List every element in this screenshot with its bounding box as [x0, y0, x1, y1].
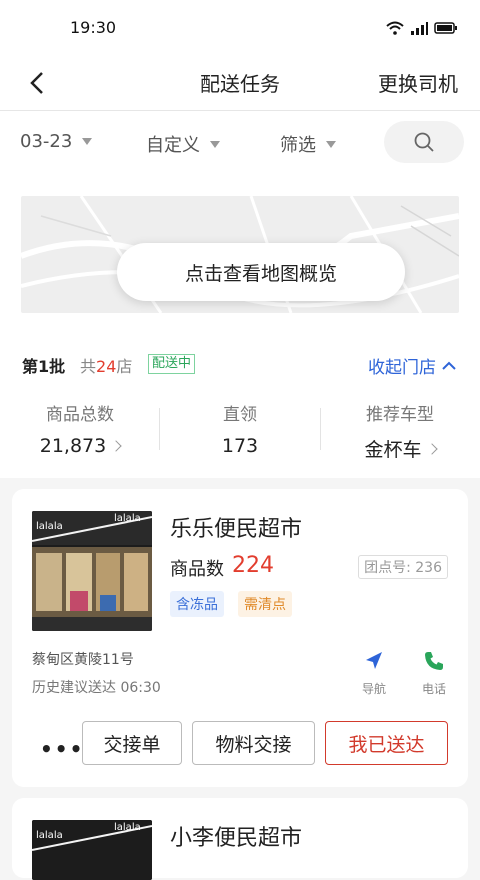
tag-frozen: 含冻品	[170, 591, 224, 617]
stat-direct: 173	[180, 435, 300, 457]
stat-label-direct: 直领	[223, 405, 257, 425]
store-card[interactable]: lalala lalala 乐乐便民超市 商品数 224 团点号: 236 含冻…	[12, 489, 468, 787]
batch-label: 第1批	[22, 357, 66, 376]
stat-label-total-goods: 商品总数	[46, 405, 114, 425]
store-sign-left: lalala	[36, 521, 63, 532]
filter-dropdown[interactable]: 筛选	[280, 131, 336, 157]
map-preview[interactable]: 点击查看地图概览	[21, 196, 459, 313]
store-card[interactable]: lalala lalala 小李便民超市	[12, 798, 468, 880]
goods-count: 224	[232, 553, 274, 578]
chevron-left-icon	[30, 72, 43, 94]
call-button[interactable]: 电话	[412, 649, 456, 697]
batch-summary: 第1批 共24店 配送中 收起门店 商品总数 21,873 直领 173 推荐车…	[0, 335, 480, 478]
signal-icon	[411, 22, 428, 35]
divider	[320, 408, 321, 450]
group-point-number: 团点号: 236	[358, 555, 448, 579]
store-name: 小李便民超市	[170, 826, 303, 851]
date-filter[interactable]: 03-23	[20, 131, 93, 152]
chevron-up-icon	[442, 361, 456, 370]
navigation-arrow-icon	[366, 652, 382, 669]
battery-icon	[434, 22, 457, 34]
more-options-button[interactable]: •••	[40, 737, 84, 761]
search-button[interactable]	[384, 121, 464, 163]
chevron-right-icon	[110, 440, 122, 452]
navigate-button[interactable]: 导航	[352, 649, 396, 697]
search-icon	[414, 132, 434, 152]
custom-filter-label: 自定义	[146, 135, 200, 156]
stat-value-total-goods: 21,873	[39, 435, 107, 457]
stat-vehicle[interactable]: 金杯车	[340, 435, 460, 462]
status-time: 19:30	[70, 18, 117, 37]
status-bar: 19:30	[0, 0, 480, 56]
custom-filter[interactable]: 自定义	[146, 131, 220, 157]
store-sign-right: lalala	[114, 822, 141, 833]
collapse-label: 收起门店	[368, 358, 436, 378]
date-filter-label: 03-23	[20, 131, 73, 152]
change-driver-button[interactable]: 更换司机	[378, 68, 458, 97]
store-address: 蔡甸区黄陵11号	[32, 652, 134, 668]
store-photo: lalala lalala	[32, 511, 152, 631]
material-handover-button[interactable]: 物料交接	[192, 721, 315, 765]
status-badge: 配送中	[148, 354, 196, 374]
collapse-stores-button[interactable]: 收起门店	[368, 353, 456, 378]
stat-label-vehicle: 推荐车型	[366, 405, 434, 425]
back-button[interactable]	[24, 68, 54, 98]
count-prefix: 共	[80, 357, 97, 376]
status-icons	[386, 18, 458, 38]
wifi-icon	[386, 21, 404, 35]
suggested-arrival: 历史建议送达 06:30	[32, 680, 161, 696]
caret-down-icon	[326, 140, 336, 148]
stat-value-direct: 173	[221, 435, 259, 457]
count-suffix: 店	[116, 357, 133, 376]
tag-needs-count: 需清点	[238, 591, 292, 617]
caret-down-icon	[82, 138, 93, 145]
map-overview-button[interactable]: 点击查看地图概览	[117, 243, 405, 301]
handover-sheet-button[interactable]: 交接单	[82, 721, 182, 765]
map-section: 点击查看地图概览	[0, 179, 480, 335]
stat-value-vehicle: 金杯车	[364, 439, 422, 461]
divider	[159, 408, 160, 450]
store-photo: lalala lalala	[32, 820, 152, 880]
call-label: 电话	[421, 682, 446, 696]
batch-store-count: 共24店	[80, 353, 132, 377]
filter-bar: 03-23 自定义 筛选	[0, 111, 480, 179]
count-number: 24	[96, 357, 117, 376]
delivered-button[interactable]: 我已送达	[325, 721, 448, 765]
goods-count-label: 商品数	[170, 559, 224, 580]
nav-bar: 配送任务 更换司机	[0, 56, 480, 111]
stat-total-goods[interactable]: 21,873	[20, 435, 140, 457]
store-name: 乐乐便民超市	[170, 517, 303, 542]
store-sign-right: lalala	[114, 513, 141, 524]
filter-dropdown-label: 筛选	[280, 135, 316, 156]
caret-down-icon	[210, 140, 220, 148]
chevron-right-icon	[425, 442, 438, 455]
phone-icon	[425, 652, 443, 670]
store-sign-left: lalala	[36, 830, 63, 841]
navigate-label: 导航	[361, 682, 386, 696]
